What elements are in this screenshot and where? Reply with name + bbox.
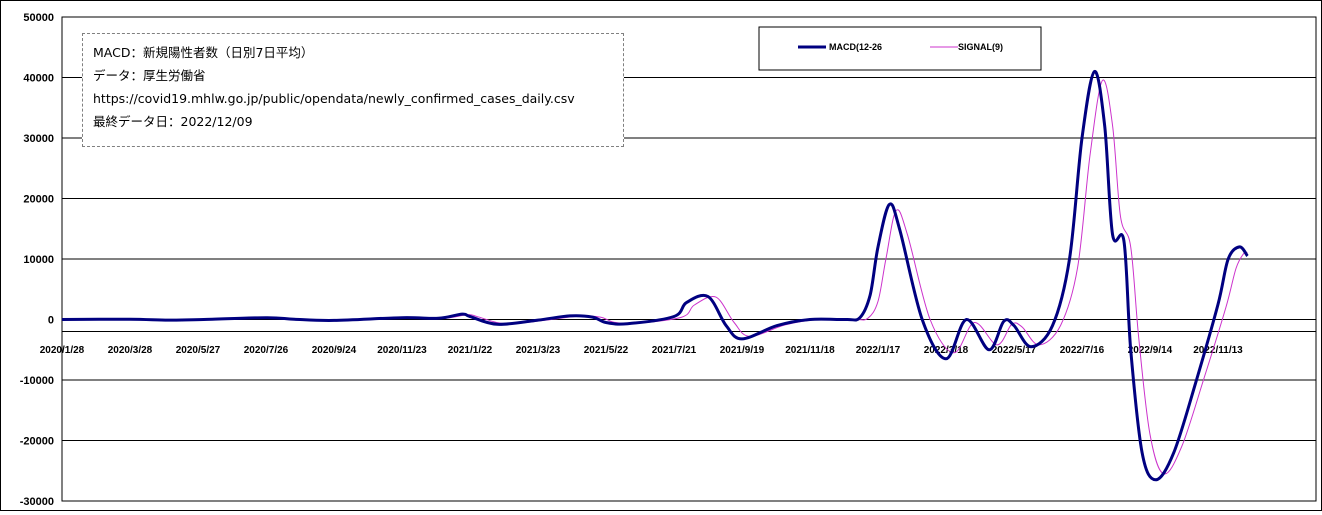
x-tick-label: 2021/9/19 — [720, 345, 765, 356]
y-tick-label: -10000 — [20, 375, 54, 387]
x-tick-label: 2020/5/27 — [176, 345, 221, 356]
x-tick-label: 2022/9/14 — [1128, 345, 1173, 356]
x-tick-label: 2020/11/23 — [377, 345, 427, 356]
x-tick-label: 2021/7/21 — [652, 345, 697, 356]
legend-signal-label: SIGNAL(9) — [958, 42, 1003, 52]
y-tick-label: 20000 — [23, 194, 54, 206]
source-annotation-box: MACD：新規陽性者数（日別7日平均） データ：厚生労働省 https://co… — [82, 33, 624, 147]
y-tick-label: -30000 — [20, 496, 54, 508]
annotation-url: https://covid19.mhlw.go.jp/public/openda… — [93, 91, 575, 106]
annotation-last-date: 最終データ日：2022/12/09 — [93, 114, 253, 129]
chart-root: 50000 40000 30000 20000 10000 0 -10000 -20000 -3… — [0, 0, 1322, 511]
y-tick-label: 40000 — [23, 73, 54, 85]
x-tick-label: 2021/11/18 — [785, 345, 835, 356]
x-tick-label: 2020/3/28 — [108, 345, 153, 356]
x-tick-label: 2021/3/23 — [516, 345, 561, 356]
y-tick-label: 50000 — [23, 12, 54, 24]
x-tick-label: 2021/5/22 — [584, 345, 629, 356]
y-tick-label: -20000 — [20, 436, 54, 448]
x-tick-label: 2022/7/16 — [1060, 345, 1105, 356]
legend: MACD(12-26 SIGNAL(9) — [758, 26, 1042, 71]
x-tick-label: 2022/1/17 — [856, 345, 901, 356]
y-tick-label: 0 — [48, 315, 54, 327]
x-tick-label: 2020/1/28 — [40, 345, 85, 356]
annotation-source: データ：厚生労働省 — [93, 68, 206, 83]
legend-macd-label: MACD(12-26 — [829, 42, 882, 52]
y-tick-label: 10000 — [23, 254, 54, 266]
y-tick-label: 30000 — [23, 133, 54, 145]
annotation-title: MACD：新規陽性者数（日別7日平均） — [93, 45, 314, 60]
x-tick-label: 2022/3/18 — [924, 345, 969, 356]
x-tick-label: 2021/1/22 — [448, 345, 493, 356]
x-tick-label: 2020/7/26 — [244, 345, 289, 356]
x-tick-label: 2022/11/13 — [1193, 345, 1243, 356]
x-tick-label: 2020/9/24 — [312, 345, 357, 356]
